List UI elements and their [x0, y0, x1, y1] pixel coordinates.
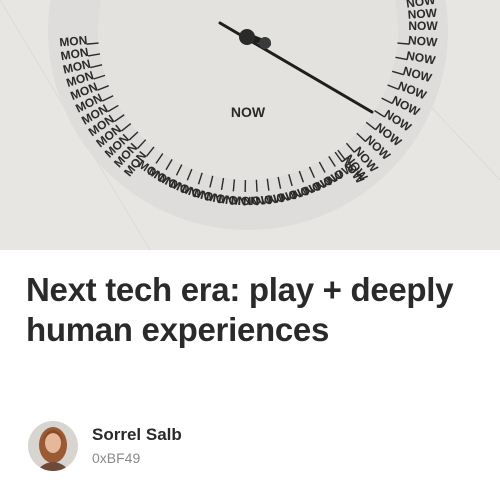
ring-word-right: NOW [407, 33, 438, 50]
clock-center-word: NOW [231, 104, 266, 120]
ring-tick [255, 179, 258, 192]
author-handle: 0xBF49 [92, 450, 141, 466]
clock-hub-small [259, 37, 271, 49]
now-clock-artwork: MONMONMONMONMONMONMONMONMONMONMONMONMONM… [0, 0, 500, 250]
avatar-image [28, 421, 78, 471]
hero-image[interactable]: MON MON MON MON MON MON MON MON MON MON MON MON MON M… [0, 0, 500, 250]
post-title[interactable]: Next tech era: play + deeply human exper… [26, 270, 476, 350]
author-info[interactable]: Sorrel Salb 0xBF49 [28, 420, 182, 472]
author-avatar[interactable] [28, 421, 78, 471]
ring-word-right: NOW [408, 19, 438, 33]
post-card[interactable]: MON MON MON MON MON MON MON MON MON MON MON MON MON M… [0, 0, 500, 500]
author-name[interactable]: Sorrel Salb [92, 424, 182, 446]
clock-hub [239, 29, 255, 45]
